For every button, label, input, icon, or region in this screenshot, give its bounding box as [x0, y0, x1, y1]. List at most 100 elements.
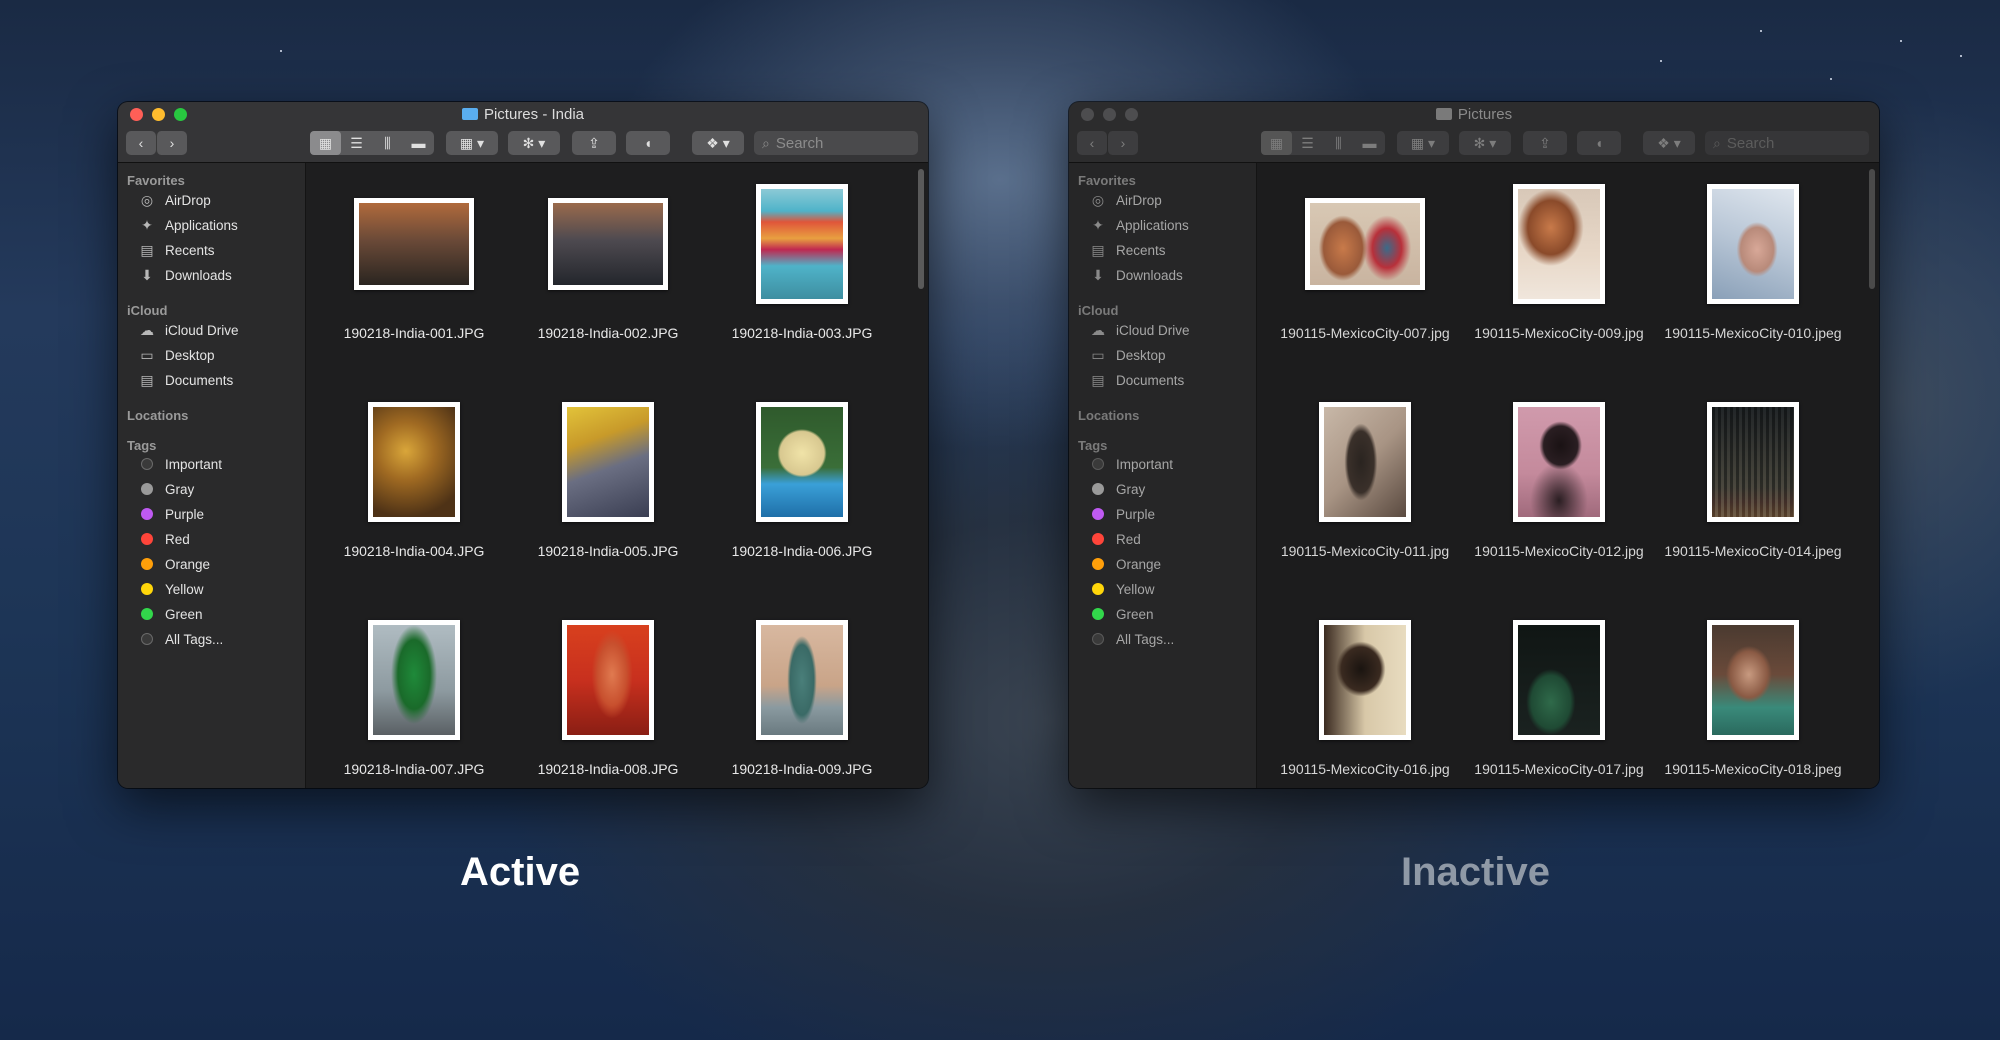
sidebar-item-desktop[interactable]: ▭ Desktop [1089, 344, 1165, 366]
tag-purple[interactable]: Purple [1089, 503, 1155, 525]
file-item[interactable]: 190218-India-001.JPG [319, 181, 509, 342]
finder-window-active[interactable]: Pictures - India ‹ › ▦ ☰ ⫼ ▬ ▦ ▾ ✻ ▾ ⇪ ◖… [118, 102, 928, 788]
tag-button[interactable]: ◖ [626, 131, 670, 155]
search-field[interactable]: ⌕ Search [1705, 131, 1869, 155]
back-button[interactable]: ‹ [126, 131, 156, 155]
tag-red[interactable]: Red [138, 528, 190, 550]
sidebar-item-documents[interactable]: ▤ Documents [1089, 369, 1184, 391]
tag-dot-icon [1092, 583, 1104, 595]
gallery-view-icon[interactable]: ▬ [1354, 131, 1385, 155]
file-grid[interactable]: 190218-India-001.JPG 190218-India-002.JP… [306, 163, 928, 788]
tag-important[interactable]: Important [1089, 453, 1173, 475]
tag-gray[interactable]: Gray [138, 478, 194, 500]
tag-yellow[interactable]: Yellow [1089, 578, 1155, 600]
file-item[interactable]: 190115-MexicoCity-012.jpg [1464, 399, 1654, 560]
title-bar[interactable]: Pictures ‹ › ▦ ☰ ⫼ ▬ ▦ ▾ ✻ ▾ ⇪ ◖ ❖ ▾ ⌕ S… [1069, 102, 1879, 163]
tag-orange[interactable]: Orange [1089, 553, 1161, 575]
scrollbar[interactable] [918, 169, 924, 289]
file-item[interactable]: 190218-India-003.JPG [707, 181, 897, 342]
file-item[interactable]: 190218-India-006.JPG [707, 399, 897, 560]
file-item[interactable]: 190218-India-005.JPG [513, 399, 703, 560]
airdrop-icon: ◎ [1091, 191, 1105, 208]
file-item[interactable]: 190115-MexicoCity-011.jpg [1270, 399, 1460, 560]
file-item[interactable]: 190115-MexicoCity-014.jpeg [1658, 399, 1848, 560]
sidebar-header-icloud: iCloud [1078, 303, 1119, 318]
back-button[interactable]: ‹ [1077, 131, 1107, 155]
file-name: 190115-MexicoCity-017.jpg [1474, 761, 1644, 777]
sidebar-header-tags: Tags [127, 438, 157, 453]
scrollbar[interactable] [1869, 169, 1875, 289]
tag-button[interactable]: ◖ [1577, 131, 1621, 155]
file-item[interactable]: 190115-MexicoCity-010.jpeg [1658, 181, 1848, 342]
column-view-icon[interactable]: ⫼ [1323, 131, 1354, 155]
tag-all-tags[interactable]: All Tags... [138, 628, 223, 650]
file-item[interactable]: 190115-MexicoCity-009.jpg [1464, 181, 1654, 342]
action-button[interactable]: ✻ ▾ [1459, 131, 1511, 155]
file-item[interactable]: 190218-India-007.JPG [319, 617, 509, 778]
dropbox-button[interactable]: ❖ ▾ [1643, 131, 1695, 155]
sidebar-header-favorites: Favorites [127, 173, 185, 188]
tags-icon [1092, 633, 1104, 645]
recents-icon: ▤ [1091, 241, 1105, 258]
file-item[interactable]: 190115-MexicoCity-017.jpg [1464, 617, 1654, 778]
tag-purple[interactable]: Purple [138, 503, 204, 525]
dropbox-button[interactable]: ❖ ▾ [692, 131, 744, 155]
airdrop-icon: ◎ [140, 191, 154, 208]
folder-icon [1435, 108, 1452, 120]
list-view-icon[interactable]: ☰ [341, 131, 372, 155]
file-item[interactable]: 190115-MexicoCity-018.jpeg [1658, 617, 1848, 778]
title-bar[interactable]: Pictures - India ‹ › ▦ ☰ ⫼ ▬ ▦ ▾ ✻ ▾ ⇪ ◖… [118, 102, 928, 163]
group-button[interactable]: ▦ ▾ [1397, 131, 1449, 155]
desktop-icon: ▭ [1091, 346, 1105, 363]
star [1660, 60, 1662, 62]
share-button[interactable]: ⇪ [572, 131, 616, 155]
forward-button[interactable]: › [1107, 131, 1138, 155]
applications-icon: ✦ [1092, 216, 1104, 233]
sidebar-item-downloads[interactable]: ⬇ Downloads [1089, 264, 1183, 286]
tag-gray[interactable]: Gray [1089, 478, 1145, 500]
tag-orange[interactable]: Orange [138, 553, 210, 575]
tag-dot-icon [141, 458, 153, 470]
file-grid[interactable]: 190115-MexicoCity-007.jpg 190115-MexicoC… [1257, 163, 1879, 788]
file-item[interactable]: 190115-MexicoCity-016.jpg [1270, 617, 1460, 778]
tag-green[interactable]: Green [1089, 603, 1154, 625]
file-item[interactable]: 190115-MexicoCity-007.jpg [1270, 181, 1460, 342]
tag-all-tags[interactable]: All Tags... [1089, 628, 1174, 650]
list-view-icon[interactable]: ☰ [1292, 131, 1323, 155]
file-item[interactable]: 190218-India-004.JPG [319, 399, 509, 560]
tag-red[interactable]: Red [1089, 528, 1141, 550]
sidebar-item-downloads[interactable]: ⬇ Downloads [138, 264, 232, 286]
desktop-icon: ▭ [140, 346, 154, 363]
file-name: 190218-India-008.JPG [537, 761, 679, 777]
file-item[interactable]: 190218-India-002.JPG [513, 181, 703, 342]
icon-view-icon[interactable]: ▦ [310, 131, 341, 155]
sidebar-item-airdrop[interactable]: ◎ AirDrop [138, 189, 211, 211]
file-name: 190115-MexicoCity-007.jpg [1280, 325, 1450, 341]
share-button[interactable]: ⇪ [1523, 131, 1567, 155]
sidebar-item-desktop[interactable]: ▭ Desktop [138, 344, 214, 366]
sidebar-item-recents[interactable]: ▤ Recents [138, 239, 214, 261]
search-field[interactable]: ⌕ Search [754, 131, 918, 155]
downloads-icon: ⬇ [1092, 266, 1104, 283]
sidebar-item-documents[interactable]: ▤ Documents [138, 369, 233, 391]
gallery-view-icon[interactable]: ▬ [403, 131, 434, 155]
sidebar-item-airdrop[interactable]: ◎ AirDrop [1089, 189, 1162, 211]
sidebar-item-applications[interactable]: ✦ Applications [138, 214, 238, 236]
sidebar-item-icloud-drive[interactable]: ☁ iCloud Drive [138, 319, 239, 341]
column-view-icon[interactable]: ⫼ [372, 131, 403, 155]
sidebar-item-recents[interactable]: ▤ Recents [1089, 239, 1165, 261]
file-name: 190115-MexicoCity-012.jpg [1474, 543, 1644, 559]
forward-button[interactable]: › [156, 131, 187, 155]
file-item[interactable]: 190218-India-008.JPG [513, 617, 703, 778]
file-name: 190218-India-005.JPG [537, 543, 679, 559]
finder-window-inactive[interactable]: Pictures ‹ › ▦ ☰ ⫼ ▬ ▦ ▾ ✻ ▾ ⇪ ◖ ❖ ▾ ⌕ S… [1069, 102, 1879, 788]
icon-view-icon[interactable]: ▦ [1261, 131, 1292, 155]
group-button[interactable]: ▦ ▾ [446, 131, 498, 155]
tag-green[interactable]: Green [138, 603, 203, 625]
file-item[interactable]: 190218-India-009.JPG [707, 617, 897, 778]
action-button[interactable]: ✻ ▾ [508, 131, 560, 155]
tag-important[interactable]: Important [138, 453, 222, 475]
sidebar-item-applications[interactable]: ✦ Applications [1089, 214, 1189, 236]
sidebar-item-icloud-drive[interactable]: ☁ iCloud Drive [1089, 319, 1190, 341]
tag-yellow[interactable]: Yellow [138, 578, 204, 600]
